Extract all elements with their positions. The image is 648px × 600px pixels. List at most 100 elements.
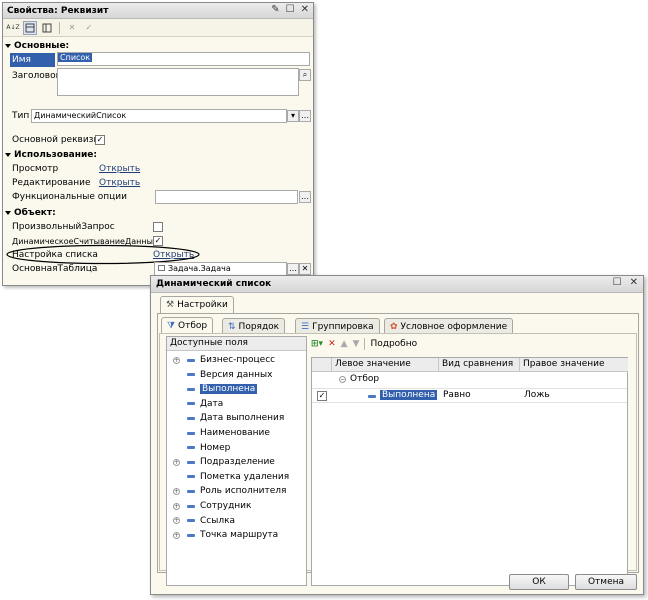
- grouping-icon: ☰: [301, 321, 310, 332]
- field-tree-item[interactable]: + Ссылка: [167, 514, 306, 528]
- move-down-icon[interactable]: ▼: [353, 339, 360, 349]
- grid-check-header: [312, 358, 332, 372]
- field-tree-item[interactable]: Наименование: [167, 426, 306, 440]
- dynamic-list-window: Динамический список ☐ ✕ ⚒ Настройки ⧩ От…: [150, 275, 644, 595]
- palette-icon: ✿: [390, 321, 398, 332]
- condition-use-checkbox[interactable]: ✓: [317, 391, 327, 401]
- cancel-button[interactable]: Отмена: [575, 574, 637, 590]
- field-tree-item[interactable]: Дата выполнения: [167, 411, 306, 425]
- available-fields-header: Доступные поля: [167, 337, 306, 351]
- column-left-value[interactable]: Левое значение: [332, 358, 439, 372]
- column-comparison[interactable]: Вид сравнения: [439, 358, 520, 372]
- condition-left-value[interactable]: Выполнена: [380, 390, 438, 400]
- filter-area: ⊞▾ ✕ ▲ ▼ Подробно Левое значение Вид сра…: [311, 336, 628, 586]
- main-attr-row: Основной реквизит: [3, 133, 313, 147]
- field-icon: [187, 446, 195, 450]
- field-tree-item[interactable]: Дата: [167, 397, 306, 411]
- expand-icon[interactable]: +: [173, 531, 180, 539]
- maximize-icon[interactable]: ☐: [613, 277, 622, 288]
- maximize-icon[interactable]: ☐: [286, 4, 295, 15]
- field-tree-item-label: Точка маршрута: [200, 530, 279, 541]
- field-tree-item[interactable]: + Роль исполнителя: [167, 484, 306, 498]
- tab-grouping[interactable]: ☰ Группировка: [295, 318, 380, 334]
- main-table-field[interactable]: Задача.Задача: [154, 262, 287, 276]
- expand-icon[interactable]: +: [173, 487, 180, 495]
- view-open-link[interactable]: Открыть: [99, 164, 140, 174]
- custom-query-checkbox[interactable]: [153, 222, 163, 232]
- field-icon: [187, 387, 195, 391]
- properties-toolbar: A↓Z ✕ ✓: [3, 19, 313, 37]
- pin-icon[interactable]: ✎: [271, 4, 279, 15]
- move-up-icon[interactable]: ▲: [341, 339, 348, 349]
- type-value: ДинамическийСписок: [34, 111, 127, 120]
- cancel-button[interactable]: ✕: [65, 21, 79, 35]
- ok-button[interactable]: ОК: [509, 574, 569, 590]
- caption-lookup-button[interactable]: ⌕: [299, 69, 311, 81]
- tab-filter[interactable]: ⧩ Отбор: [161, 317, 214, 334]
- main-attr-checkbox[interactable]: ✓: [95, 135, 105, 145]
- field-tree-item-label: Версия данных: [200, 369, 273, 380]
- field-tree-item[interactable]: + Бизнес-процесс: [167, 353, 306, 367]
- field-tree-item[interactable]: Пометка удаления: [167, 470, 306, 484]
- tab-settings[interactable]: ⚒ Настройки: [160, 296, 234, 313]
- section-main[interactable]: Основные:: [3, 39, 313, 53]
- field-tree-item[interactable]: Номер: [167, 441, 306, 455]
- triangle-down-icon: ▾: [290, 111, 295, 120]
- delete-icon[interactable]: ✕: [328, 339, 336, 349]
- expand-icon[interactable]: +: [173, 458, 180, 466]
- field-icon: [187, 504, 195, 508]
- type-field[interactable]: ДинамическийСписок: [31, 109, 287, 123]
- field-tree-item[interactable]: + Сотрудник: [167, 499, 306, 513]
- filter-condition-row[interactable]: ✓ Выполнена Равно Ложь: [312, 388, 627, 403]
- section-object[interactable]: Объект:: [3, 206, 313, 220]
- section-usage[interactable]: Использование:: [3, 148, 313, 162]
- filter-toolbar: ⊞▾ ✕ ▲ ▼ Подробно: [311, 336, 417, 352]
- field-tree-item-label: Ссылка: [200, 515, 236, 526]
- detail-button[interactable]: Подробно: [370, 339, 417, 349]
- sort-alphabetical-button[interactable]: A↓Z: [6, 21, 20, 35]
- func-options-select-button[interactable]: …: [299, 191, 311, 203]
- expand-icon[interactable]: +: [173, 502, 180, 510]
- condition-comparison[interactable]: Равно: [443, 390, 471, 400]
- apply-button[interactable]: ✓: [82, 21, 96, 35]
- condition-right-value[interactable]: Ложь: [524, 390, 550, 400]
- collapse-icon[interactable]: −: [339, 376, 346, 383]
- expand-icon[interactable]: +: [173, 517, 180, 525]
- main-table-clear-button[interactable]: ✕: [299, 263, 311, 275]
- close-icon[interactable]: ✕: [301, 4, 309, 15]
- add-condition-icon[interactable]: ⊞▾: [311, 339, 323, 349]
- filter-group-row[interactable]: − Отбор: [312, 373, 627, 387]
- dynamic-list-titlebar: Динамический список ☐ ✕: [151, 276, 643, 293]
- name-field[interactable]: Список: [57, 52, 310, 66]
- edit-label: Редактирование: [12, 178, 91, 188]
- column-right-value[interactable]: Правое значение: [520, 358, 628, 372]
- tab-order[interactable]: ⇅ Порядок: [222, 318, 286, 334]
- tab-conditional-format[interactable]: ✿ Условное оформление: [384, 318, 514, 334]
- field-tree-item-label: Наименование: [200, 428, 270, 438]
- edit-row: Редактирование Открыть: [3, 176, 313, 190]
- expand-icon[interactable]: +: [173, 356, 180, 364]
- filter-properties-button[interactable]: [40, 21, 54, 35]
- categories-button[interactable]: [23, 20, 37, 35]
- filter-icon: ⧩: [167, 321, 176, 331]
- field-tree-item[interactable]: Выполнена: [167, 382, 306, 396]
- caption-field[interactable]: [57, 68, 299, 96]
- type-select-button[interactable]: …: [299, 110, 311, 122]
- name-label-row: Имя: [10, 53, 55, 67]
- field-tree-item-label: Сотрудник: [200, 501, 252, 511]
- section-main-label: Основные:: [14, 41, 70, 51]
- close-icon[interactable]: ✕: [630, 277, 638, 288]
- field-tree-item[interactable]: + Точка маршрута: [167, 528, 306, 542]
- field-tree-item[interactable]: Версия данных: [167, 368, 306, 382]
- field-tree-item[interactable]: + Подразделение: [167, 455, 306, 469]
- main-table-select-button[interactable]: …: [287, 263, 299, 275]
- type-dropdown-button[interactable]: ▾: [287, 110, 299, 122]
- available-fields-tree[interactable]: Доступные поля + Бизнес-процесс Версия дан…: [166, 336, 307, 586]
- categories-icon: [25, 23, 35, 32]
- name-label: Имя: [12, 55, 31, 65]
- field-icon: [187, 460, 195, 464]
- filter-grid[interactable]: Левое значение Вид сравнения Правое знач…: [311, 357, 628, 586]
- field-tree-item-label: Роль исполнителя: [200, 486, 287, 497]
- edit-open-link[interactable]: Открыть: [99, 178, 140, 188]
- func-options-field[interactable]: [155, 190, 298, 204]
